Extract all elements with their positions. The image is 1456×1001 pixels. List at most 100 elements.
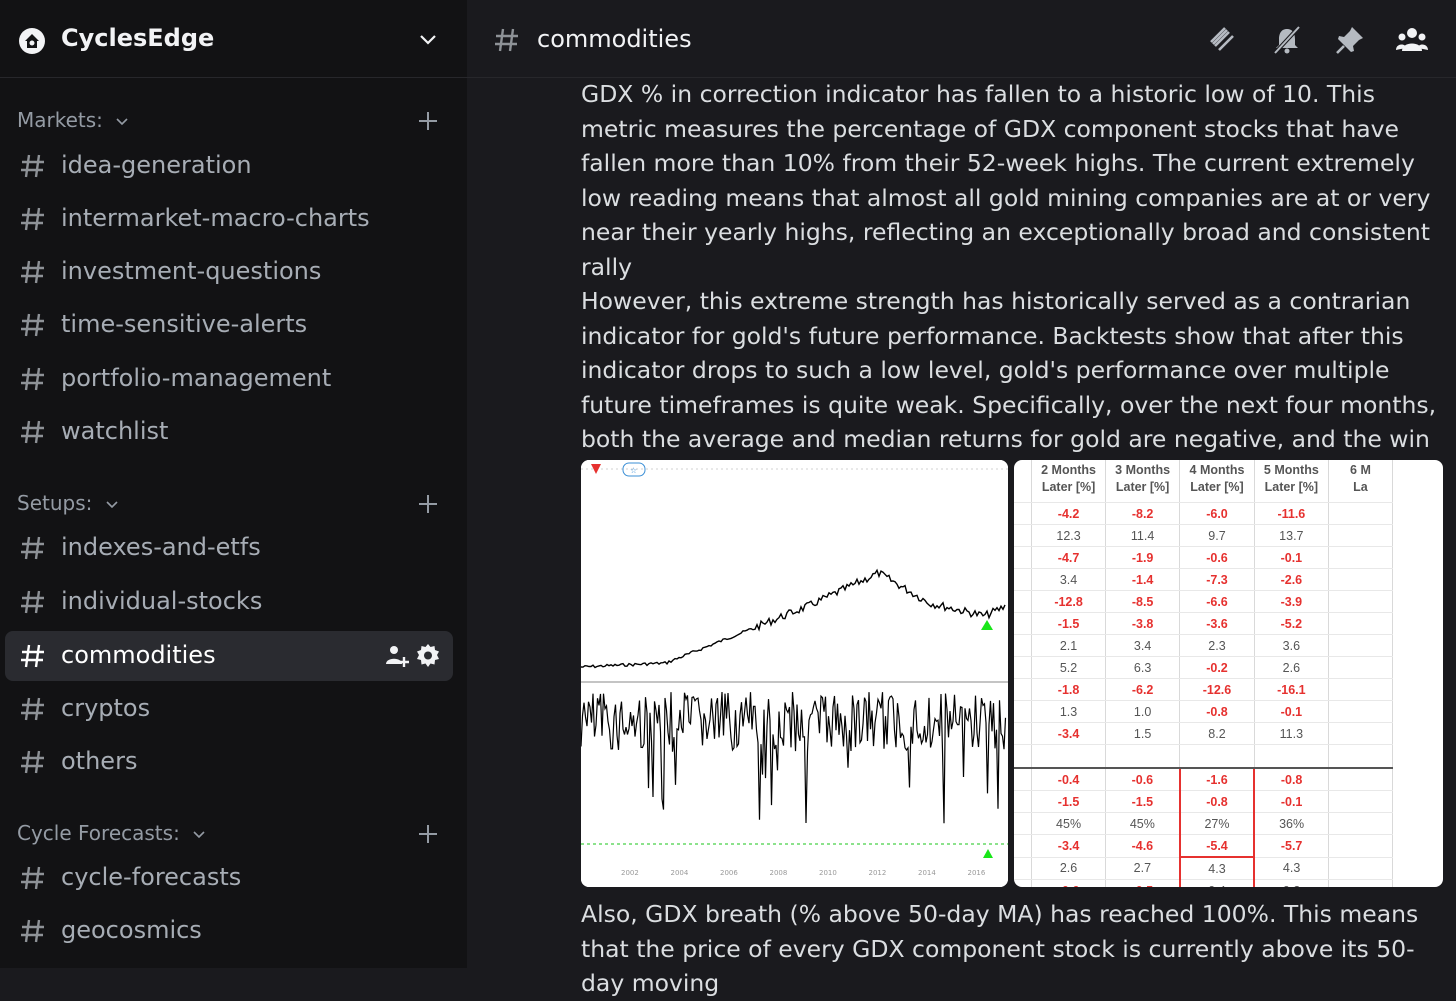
table-cell: -6.6 (1179, 590, 1255, 613)
gear-icon[interactable] (415, 643, 441, 669)
table-cell: -0.6 (1105, 768, 1181, 791)
channel-name: others (61, 747, 138, 775)
table-cell: -0.6 (1031, 879, 1106, 887)
threads-icon[interactable] (1207, 24, 1239, 56)
channel-name: investment-questions (61, 257, 322, 285)
table-cell: .5 (1014, 612, 1033, 635)
message-text: GDX % in correction indicator has fallen… (581, 80, 1431, 281)
table-cell: .6 (1014, 656, 1033, 679)
table-cell: -12.6 (1179, 678, 1255, 701)
sidebar-item-cycle-forecasts[interactable]: cycle-forecasts (5, 853, 453, 903)
sidebar-item-intermarket-macro-charts[interactable]: intermarket-macro-charts (5, 194, 453, 244)
table-cell: .4 (1014, 502, 1033, 525)
summary-row: 7%45%45%27%36% (1014, 812, 1394, 835)
sidebar-item-indexes-and-etfs[interactable]: indexes-and-etfs (5, 523, 453, 573)
table-cell (1328, 879, 1394, 887)
hash-icon (21, 536, 44, 560)
x-tick-label: 2002 (621, 869, 639, 877)
column-header: onthr [%] (1014, 460, 1033, 503)
add-channel-icon[interactable] (416, 492, 440, 516)
table-cell: -1.6 (1178, 767, 1256, 791)
pin-icon[interactable] (1334, 24, 1366, 56)
table-cell (1328, 834, 1394, 858)
table-cell: .4 (1014, 857, 1033, 880)
chevron-down-icon (116, 117, 128, 125)
table-cell: -1.5 (1105, 790, 1181, 813)
summary-row: .1-1.5-1.5-0.8-0.1 (1014, 790, 1394, 813)
table-row: .312.311.49.713.7 (1014, 524, 1394, 547)
x-tick-label: 2010 (819, 869, 837, 877)
column-header: 4 Months Later [%] (1179, 460, 1255, 503)
sidebar-item-portfolio-management[interactable]: portfolio-management (5, 354, 453, 404)
sidebar-item-idea-generation[interactable]: idea-generation (5, 141, 453, 191)
table-cell: .3 (1014, 768, 1033, 791)
table-cell: 27% (1178, 812, 1256, 835)
backtest-table-attachment[interactable]: onthr [%]2 MonthsLater [%]3 MonthsLater … (1014, 460, 1443, 887)
table-cell: .1 (1014, 790, 1033, 813)
sidebar-item-geocosmics[interactable]: geocosmics (5, 906, 453, 956)
table-cell: 4.3 (1178, 857, 1256, 880)
sidebar-item-others[interactable]: others (5, 737, 453, 787)
table-cell (1254, 744, 1329, 769)
channel-name: individual-stocks (61, 587, 263, 615)
category-markets[interactable]: Markets: (17, 108, 129, 134)
category-setups[interactable]: Setups: (17, 491, 119, 517)
members-icon[interactable] (1396, 24, 1428, 56)
table-cell: -5.2 (1254, 612, 1329, 635)
hash-icon (21, 207, 44, 231)
table-cell: -8.2 (1105, 502, 1181, 525)
server-home-icon (19, 28, 45, 54)
hash-icon (21, 697, 44, 721)
channel-name: time-sensitive-alerts (61, 310, 308, 338)
table-cell: 0.3 (1254, 879, 1329, 887)
category-label: Setups: (17, 491, 93, 515)
table-cell: -3.9 (1254, 590, 1329, 613)
x-tick-label: 2004 (671, 869, 689, 877)
table-cell: -6.0 (1179, 502, 1255, 525)
table-cell: 2.6 (1254, 656, 1329, 679)
hash-icon (21, 154, 44, 178)
channel-name: cryptos (61, 694, 151, 722)
table-cell: -3.8 (1105, 612, 1181, 635)
gdx-correction-chart: ☆ 2002 2004 2006 2008 2010 2012 2014 2016 (581, 460, 1008, 887)
table-cell: .9 (1014, 634, 1033, 657)
channel-name: indexes-and-etfs (61, 533, 261, 561)
sidebar-item-individual-stocks[interactable]: individual-stocks (5, 577, 453, 627)
chart-attachment[interactable]: ☆ 2002 2004 2006 2008 2010 2012 2014 2016 (581, 460, 1008, 887)
table-row: .8-4.7-1.9-0.6-0.1 (1014, 546, 1394, 569)
table-cell (1328, 744, 1394, 769)
sidebar-item-watchlist[interactable]: watchlist (5, 407, 453, 457)
server-header[interactable]: CyclesEdge (0, 0, 467, 78)
sidebar-item-time-sensitive-alerts[interactable]: time-sensitive-alerts (5, 300, 453, 350)
sidebar-item-cryptos[interactable]: cryptos (5, 684, 453, 734)
summary-row: .6-0.6-0.50.40.3 (1014, 879, 1394, 887)
table-cell: -0.1 (1254, 546, 1329, 569)
x-tick-label: 2006 (720, 869, 738, 877)
table-cell: -3.4 (1031, 722, 1106, 745)
table-cell: -4.2 (1031, 502, 1106, 525)
table-cell: -0.6 (1179, 546, 1255, 569)
table-cell (1328, 656, 1394, 679)
sidebar-item-investment-questions[interactable]: investment-questions (5, 247, 453, 297)
star-icon: ☆ (630, 466, 637, 475)
column-header: 5 Months Later [%] (1254, 460, 1329, 503)
chevron-down-icon[interactable] (417, 30, 439, 50)
add-channel-icon[interactable] (416, 822, 440, 846)
add-channel-icon[interactable] (416, 109, 440, 133)
table-cell (1014, 744, 1033, 769)
mute-bell-icon[interactable] (1271, 24, 1303, 56)
table-cell: 12.3 (1031, 524, 1106, 547)
category-cycle-forecasts[interactable]: Cycle Forecasts: (17, 821, 206, 847)
table-cell: 1.3 (1031, 700, 1106, 723)
table-cell: 3.4 (1031, 568, 1106, 591)
category-label: Cycle Forecasts: (17, 821, 180, 845)
channel-name: cycle-forecasts (61, 863, 242, 891)
table-cell: 5.2 (1031, 656, 1106, 679)
table-cell: -0.8 (1179, 700, 1255, 723)
channel-name: idea-generation (61, 151, 252, 179)
table-cell: -6.2 (1105, 678, 1181, 701)
column-header: 3 Months Later [%] (1105, 460, 1181, 503)
sidebar-item-commodities[interactable]: commodities (5, 631, 453, 681)
channel-name: commodities (61, 641, 216, 669)
invite-member-icon[interactable] (384, 643, 410, 669)
